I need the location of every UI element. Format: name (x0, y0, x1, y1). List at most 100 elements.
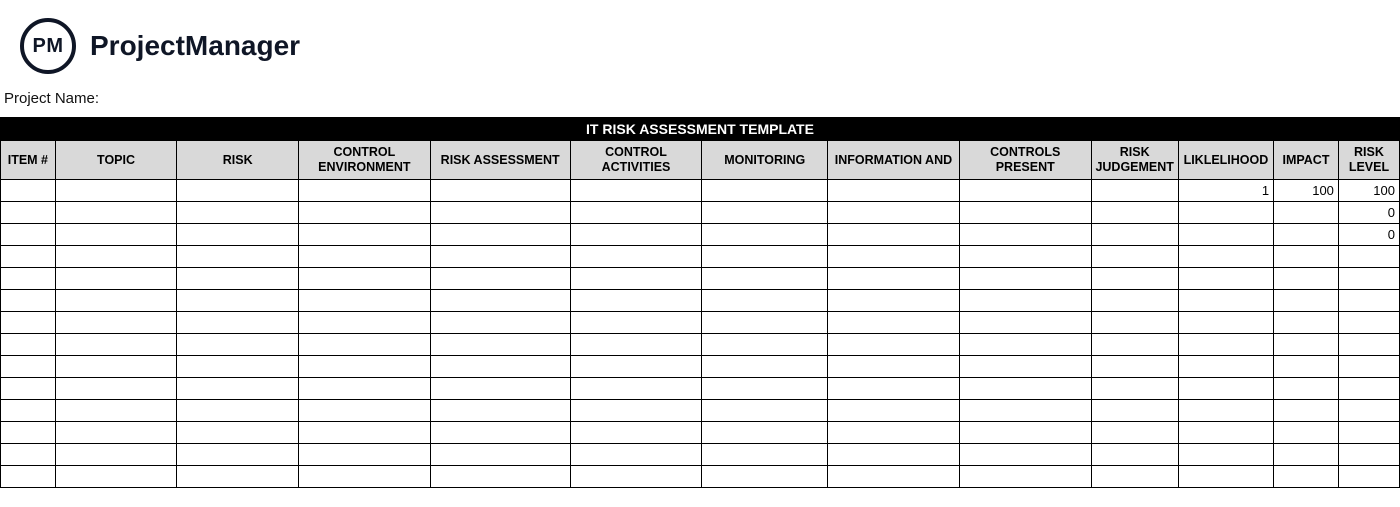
cell-likelihood[interactable] (1178, 378, 1273, 400)
cell-riskassess[interactable] (430, 180, 570, 202)
cell-ctrlenv[interactable] (298, 290, 430, 312)
cell-ctrlact[interactable] (570, 334, 702, 356)
cell-monitor[interactable] (702, 334, 828, 356)
cell-monitor[interactable] (702, 400, 828, 422)
cell-likelihood[interactable] (1178, 334, 1273, 356)
cell-ctrlact[interactable] (570, 268, 702, 290)
cell-ctrlpres[interactable] (959, 290, 1091, 312)
cell-info[interactable] (828, 246, 960, 268)
cell-ctrlpres[interactable] (959, 180, 1091, 202)
cell-info[interactable] (828, 224, 960, 246)
cell-impact[interactable] (1274, 356, 1339, 378)
cell-riskjudge[interactable] (1091, 224, 1178, 246)
cell-riskassess[interactable] (430, 268, 570, 290)
cell-info[interactable] (828, 466, 960, 488)
cell-item[interactable] (1, 400, 56, 422)
cell-risk[interactable] (177, 224, 299, 246)
cell-item[interactable] (1, 378, 56, 400)
cell-ctrlpres[interactable] (959, 268, 1091, 290)
cell-riskjudge[interactable] (1091, 246, 1178, 268)
cell-risklevel[interactable] (1338, 246, 1399, 268)
cell-risklevel[interactable]: 0 (1338, 224, 1399, 246)
cell-riskassess[interactable] (430, 246, 570, 268)
cell-ctrlenv[interactable] (298, 444, 430, 466)
cell-info[interactable] (828, 444, 960, 466)
cell-ctrlpres[interactable] (959, 444, 1091, 466)
cell-ctrlenv[interactable] (298, 400, 430, 422)
cell-ctrlpres[interactable] (959, 312, 1091, 334)
cell-item[interactable] (1, 466, 56, 488)
cell-ctrlenv[interactable] (298, 378, 430, 400)
cell-impact[interactable] (1274, 466, 1339, 488)
cell-impact[interactable] (1274, 290, 1339, 312)
cell-risk[interactable] (177, 400, 299, 422)
cell-likelihood[interactable] (1178, 246, 1273, 268)
cell-monitor[interactable] (702, 444, 828, 466)
cell-ctrlact[interactable] (570, 444, 702, 466)
cell-ctrlpres[interactable] (959, 466, 1091, 488)
cell-risklevel[interactable] (1338, 466, 1399, 488)
cell-riskassess[interactable] (430, 400, 570, 422)
cell-monitor[interactable] (702, 378, 828, 400)
cell-ctrlpres[interactable] (959, 378, 1091, 400)
cell-risklevel[interactable] (1338, 356, 1399, 378)
cell-riskassess[interactable] (430, 444, 570, 466)
cell-item[interactable] (1, 246, 56, 268)
cell-topic[interactable] (55, 290, 177, 312)
cell-item[interactable] (1, 444, 56, 466)
cell-riskjudge[interactable] (1091, 422, 1178, 444)
cell-topic[interactable] (55, 224, 177, 246)
cell-risk[interactable] (177, 444, 299, 466)
cell-risklevel[interactable] (1338, 334, 1399, 356)
cell-riskjudge[interactable] (1091, 290, 1178, 312)
cell-monitor[interactable] (702, 246, 828, 268)
cell-likelihood[interactable] (1178, 224, 1273, 246)
cell-risklevel[interactable]: 0 (1338, 202, 1399, 224)
cell-risklevel[interactable] (1338, 290, 1399, 312)
cell-item[interactable] (1, 334, 56, 356)
cell-ctrlenv[interactable] (298, 224, 430, 246)
cell-impact[interactable]: 100 (1274, 180, 1339, 202)
cell-ctrlact[interactable] (570, 378, 702, 400)
cell-risk[interactable] (177, 246, 299, 268)
cell-ctrlenv[interactable] (298, 334, 430, 356)
cell-topic[interactable] (55, 400, 177, 422)
cell-item[interactable] (1, 202, 56, 224)
cell-topic[interactable] (55, 422, 177, 444)
cell-riskjudge[interactable] (1091, 312, 1178, 334)
cell-risk[interactable] (177, 202, 299, 224)
cell-info[interactable] (828, 202, 960, 224)
cell-risklevel[interactable] (1338, 268, 1399, 290)
cell-ctrlact[interactable] (570, 466, 702, 488)
cell-ctrlact[interactable] (570, 422, 702, 444)
cell-ctrlenv[interactable] (298, 356, 430, 378)
cell-riskassess[interactable] (430, 334, 570, 356)
cell-ctrlenv[interactable] (298, 180, 430, 202)
cell-riskassess[interactable] (430, 202, 570, 224)
cell-topic[interactable] (55, 268, 177, 290)
cell-impact[interactable] (1274, 246, 1339, 268)
cell-impact[interactable] (1274, 268, 1339, 290)
cell-ctrlact[interactable] (570, 400, 702, 422)
cell-info[interactable] (828, 268, 960, 290)
cell-riskjudge[interactable] (1091, 202, 1178, 224)
cell-riskjudge[interactable] (1091, 268, 1178, 290)
cell-riskjudge[interactable] (1091, 378, 1178, 400)
cell-likelihood[interactable] (1178, 312, 1273, 334)
cell-monitor[interactable] (702, 202, 828, 224)
cell-likelihood[interactable] (1178, 290, 1273, 312)
cell-likelihood[interactable] (1178, 444, 1273, 466)
cell-topic[interactable] (55, 202, 177, 224)
cell-info[interactable] (828, 180, 960, 202)
cell-ctrlenv[interactable] (298, 312, 430, 334)
cell-riskassess[interactable] (430, 378, 570, 400)
cell-ctrlenv[interactable] (298, 466, 430, 488)
cell-likelihood[interactable] (1178, 400, 1273, 422)
cell-riskassess[interactable] (430, 466, 570, 488)
cell-topic[interactable] (55, 378, 177, 400)
cell-item[interactable] (1, 356, 56, 378)
cell-impact[interactable] (1274, 224, 1339, 246)
cell-ctrlpres[interactable] (959, 422, 1091, 444)
cell-ctrlpres[interactable] (959, 400, 1091, 422)
cell-likelihood[interactable] (1178, 466, 1273, 488)
